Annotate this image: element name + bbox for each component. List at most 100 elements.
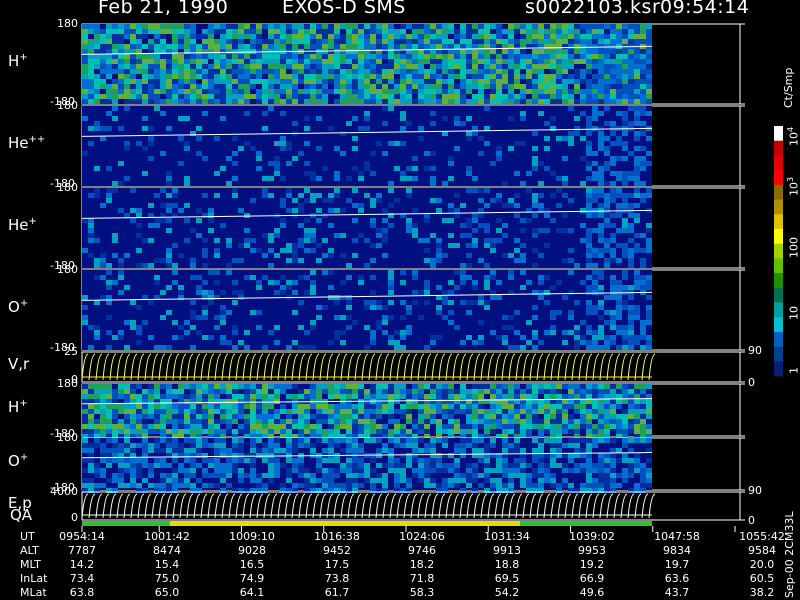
panel-0-cell xyxy=(472,99,478,104)
panel-6-cell xyxy=(244,473,250,478)
panel-6-cell xyxy=(124,463,130,468)
panel-3-cell xyxy=(346,300,352,305)
panel-3-cell xyxy=(586,345,592,350)
panel-3-cell xyxy=(598,305,604,310)
table-cell: 1024:06 xyxy=(399,530,445,543)
panel-5-cell xyxy=(412,419,418,424)
panel-5-cell xyxy=(316,394,322,399)
panel-1-cell xyxy=(274,156,280,161)
panel-5-cell xyxy=(250,394,256,399)
panel-0-cell xyxy=(358,59,364,64)
panel-1-cell xyxy=(124,146,130,151)
panel-2-cell xyxy=(592,208,598,213)
panel-5-cell xyxy=(394,399,400,404)
panel-0-cell xyxy=(214,74,220,79)
panel-6-cell xyxy=(604,458,610,463)
panel-7-arc xyxy=(606,493,614,519)
panel-2-cell xyxy=(262,188,268,193)
panel-3-cell xyxy=(646,295,652,300)
panel-0-cell xyxy=(220,59,226,64)
panel-3-cell xyxy=(454,285,460,290)
panel-2-cell xyxy=(196,218,202,223)
panel-3-cell xyxy=(640,275,646,280)
table-cell: 1047:58 xyxy=(654,530,700,543)
panel-5-cell xyxy=(130,424,136,429)
panel-5-cell xyxy=(568,394,574,399)
panel-6-cell xyxy=(646,473,652,478)
panel-5-cell xyxy=(484,389,490,394)
panel-0-cell xyxy=(244,24,250,29)
panel-0-cell xyxy=(514,29,520,34)
panel-7-arc xyxy=(592,493,600,519)
panel-0-cell xyxy=(292,34,298,39)
panel-0-cell xyxy=(100,99,106,104)
panel-0-cell xyxy=(496,84,502,89)
panel-5-cell xyxy=(622,384,628,389)
panel-5-cell xyxy=(292,419,298,424)
panel-0-cell xyxy=(364,64,370,69)
panel-6-cell xyxy=(256,453,262,458)
panel-5-cell xyxy=(520,429,526,434)
panel-7-arc xyxy=(319,493,327,519)
panel-1-cell xyxy=(574,126,580,131)
panel-0-cell xyxy=(364,24,370,29)
panel-2-cell xyxy=(382,238,388,243)
panel-0-cell xyxy=(502,59,508,64)
panel-5-cell xyxy=(280,424,286,429)
panel-7-arc xyxy=(578,493,586,519)
panel-label-sup: + xyxy=(28,216,37,227)
panel-5-cell xyxy=(106,414,112,419)
panel-0-cell xyxy=(646,69,652,74)
table-row-label: MLat xyxy=(20,586,47,599)
panel-0-cell xyxy=(238,84,244,89)
panel-0-cell xyxy=(502,84,508,89)
panel-6-cell xyxy=(310,448,316,453)
colorbar-segment xyxy=(774,214,783,230)
panel-6-cell xyxy=(640,483,646,488)
panel-3-cell xyxy=(508,325,514,330)
panel-0-cell xyxy=(424,54,430,59)
panel-5-cell xyxy=(358,394,364,399)
colorbar-tick-2: 100 xyxy=(786,237,800,258)
panel-2-cell xyxy=(388,203,394,208)
panel-0-cell xyxy=(220,89,226,94)
panel-0-cell xyxy=(364,69,370,74)
panel-0-cell xyxy=(502,69,508,74)
panel-2-cell xyxy=(376,228,382,233)
panel-5-cell xyxy=(466,419,472,424)
panel-5-cell xyxy=(328,419,334,424)
panel-3-cell xyxy=(286,345,292,350)
panel-6-cell xyxy=(130,458,136,463)
panel-6-cell xyxy=(220,478,226,483)
panel-0-cell xyxy=(370,79,376,84)
panel-0-cell xyxy=(442,89,448,94)
panel-6-cell xyxy=(526,473,532,478)
panel-5-cell xyxy=(388,394,394,399)
panel-5-cell xyxy=(406,389,412,394)
panel-0-cell xyxy=(418,29,424,34)
panel-6-cell xyxy=(346,473,352,478)
panel-3-cell xyxy=(310,280,316,285)
panel-6-cell xyxy=(304,473,310,478)
panel-0-cell xyxy=(640,54,646,59)
panel-2-cell xyxy=(226,263,232,268)
panel-2-cell xyxy=(328,248,334,253)
panel-6-cell xyxy=(130,463,136,468)
panel-0-cell xyxy=(454,34,460,39)
panel-1-cell xyxy=(574,131,580,136)
panel-5-cell xyxy=(478,404,484,409)
panel-6-cell xyxy=(172,458,178,463)
panel-0-cell xyxy=(256,99,262,104)
panel-2-cell xyxy=(88,233,94,238)
panel-1-cell xyxy=(496,156,502,161)
panel-4-arc xyxy=(613,353,621,381)
panel-6-cell xyxy=(334,443,340,448)
panel-6-cell xyxy=(382,473,388,478)
panel-0-cell xyxy=(580,99,586,104)
panel-0-cell xyxy=(538,74,544,79)
panel-2-cell xyxy=(292,198,298,203)
panel-2-cell xyxy=(436,248,442,253)
panel-0-cell xyxy=(538,59,544,64)
panel-5-cell xyxy=(394,429,400,434)
panel-5-cell xyxy=(160,424,166,429)
